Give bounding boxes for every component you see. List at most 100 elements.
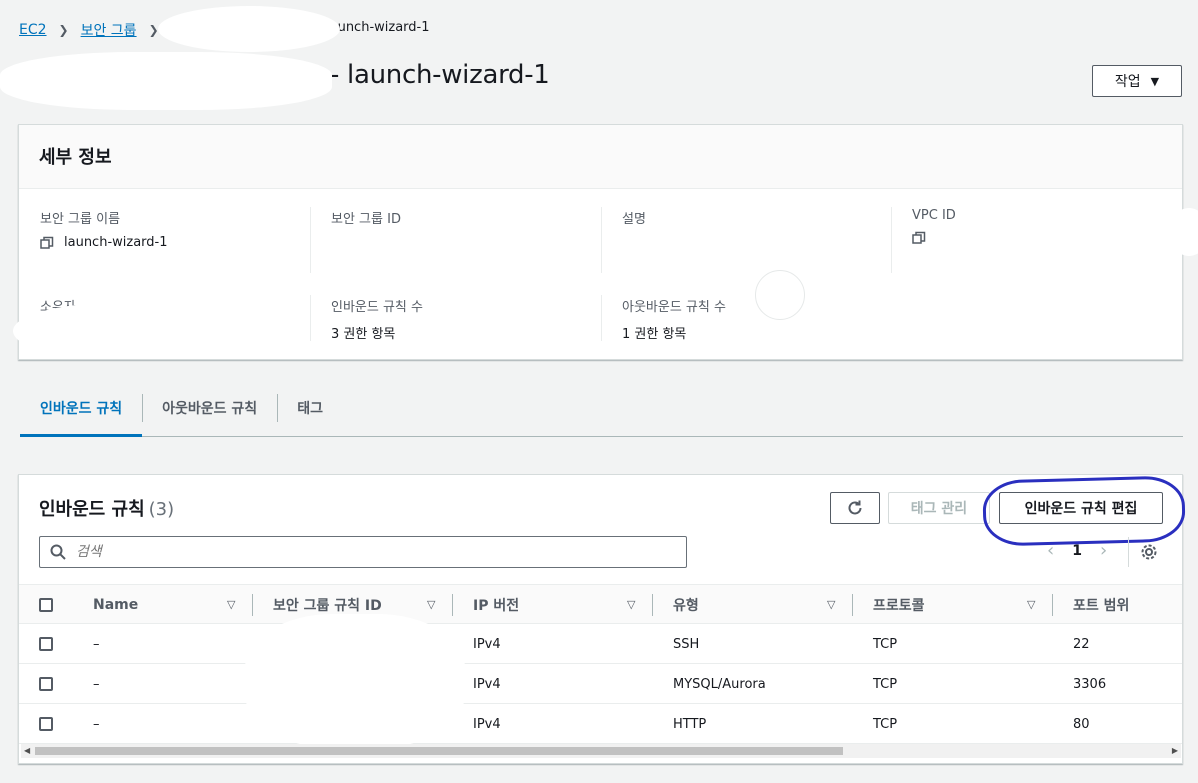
scrollbar-thumb[interactable] [35,747,843,755]
select-all-checkbox[interactable] [39,585,53,625]
col-port-range[interactable]: 포트 범위 [1073,585,1129,625]
tab-tags[interactable]: 태그 [277,388,343,436]
breadcrumb: EC2 ❯ 보안 그룹 ❯ [19,20,171,40]
inbound-rules-title: 인바운드 규칙 (3) [39,495,174,521]
sort-icon[interactable]: ▽ [427,598,435,611]
cell-name: – [93,716,100,732]
vpc-id-label: VPC ID [912,208,956,223]
cell-protocol: TCP [873,716,898,732]
breadcrumb-separator-icon: ❯ [58,23,69,37]
redaction-mark [1169,208,1198,256]
divider [601,207,602,273]
cell-type: HTTP [673,716,707,732]
details-panel: 세부 정보 보안 그룹 이름 launch-wizard-1 보안 그룹 ID … [13,124,1198,360]
table-row[interactable]: – IPv4 MYSQL/Aurora TCP 3306 [19,664,1182,704]
divider [1128,537,1129,567]
tab-bar: 인바운드 규칙 아웃바운드 규칙 태그 [20,388,1183,437]
refresh-button[interactable] [830,492,880,524]
description-label: 설명 [622,212,646,227]
inbound-rules-count: (3) [148,499,175,520]
search-input[interactable] [74,543,686,561]
col-type[interactable]: 유형 [673,585,699,625]
cell-protocol: TCP [873,676,898,692]
pagination: ‹ 1 › [1047,540,1107,561]
sort-icon[interactable]: ▽ [227,598,235,611]
sg-name-value: launch-wizard-1 [64,235,168,250]
redaction-mark [0,52,332,110]
col-name[interactable]: Name [93,585,138,625]
divider [310,207,311,273]
page-number[interactable]: 1 [1072,543,1082,559]
breadcrumb-ec2[interactable]: EC2 [19,22,47,38]
inbound-count-field: 인바운드 규칙 수 3 권한 항목 [331,296,423,342]
redaction-mark [13,303,213,359]
sort-icon[interactable]: ▽ [827,598,835,611]
cell-port: 3306 [1073,676,1107,692]
inbound-count-label: 인바운드 규칙 수 [331,300,423,315]
table-row[interactable]: – IPv4 SSH TCP 22 [19,624,1182,664]
breadcrumb-current: launch-wizard-1 [326,20,430,35]
sg-name-field: 보안 그룹 이름 launch-wizard-1 [40,208,168,250]
col-ip-version[interactable]: IP 버전 [473,585,519,625]
inbound-rules-panel: 인바운드 규칙(3) 태그 관리 인바운드 규칙 편집 ‹ 1 › Name ▽… [18,474,1186,764]
column-divider [452,594,453,616]
redaction-mark [245,614,465,748]
search-icon [50,544,66,560]
redaction-mark [755,270,805,320]
cell-name: – [93,636,100,652]
inbound-count-value: 3 권한 항목 [331,327,396,342]
cell-port: 80 [1073,716,1090,732]
search-field[interactable] [39,536,687,568]
row-checkbox[interactable] [39,664,53,704]
divider [891,207,892,273]
tab-outbound-rules[interactable]: 아웃바운드 규칙 [142,388,277,436]
tab-inbound-rules[interactable]: 인바운드 규칙 [20,388,143,437]
inbound-rules-title-text: 인바운드 규칙 [39,499,145,520]
cell-ip-version: IPv4 [473,716,501,732]
description-field: 설명 [622,208,646,227]
inbound-rules-table: Name ▽ 보안 그룹 규칙 ID ▽ IP 버전 ▽ 유형 ▽ 프로토콜 ▽… [19,584,1182,748]
divider [310,295,311,341]
caret-down-icon: ▼ [1150,74,1160,88]
cell-protocol: TCP [873,636,898,652]
cell-port: 22 [1073,636,1090,652]
scroll-right-icon[interactable]: ▶ [1172,746,1178,755]
manage-tags-button[interactable]: 태그 관리 [888,492,990,524]
sg-id-label: 보안 그룹 ID [331,212,401,227]
copy-icon[interactable] [40,236,54,250]
cell-type: MYSQL/Aurora [673,676,766,692]
chevron-right-icon[interactable]: › [1100,540,1107,561]
cell-ip-version: IPv4 [473,636,501,652]
sort-icon[interactable]: ▽ [627,598,635,611]
page-title: - launch-wizard-1 [330,60,550,90]
outbound-count-value: 1 권한 항목 [622,327,687,342]
column-divider [652,594,653,616]
outbound-count-field: 아웃바운드 규칙 수 1 권한 항목 [622,296,726,342]
chevron-left-icon[interactable]: ‹ [1047,540,1054,561]
refresh-icon [848,500,862,515]
row-checkbox[interactable] [39,704,53,744]
copy-icon[interactable] [912,231,926,245]
sort-icon[interactable]: ▽ [1027,598,1035,611]
gear-icon[interactable] [1140,543,1158,561]
row-checkbox[interactable] [39,624,53,664]
scroll-left-icon[interactable]: ◀ [24,746,30,755]
table-row[interactable]: – IPv4 HTTP TCP 80 [19,704,1182,744]
outbound-count-label: 아웃바운드 규칙 수 [622,300,726,315]
cell-name: – [93,676,100,692]
details-header: 세부 정보 [19,125,1182,189]
col-protocol[interactable]: 프로토콜 [873,585,925,625]
cell-ip-version: IPv4 [473,676,501,692]
divider [601,295,602,341]
column-divider [852,594,853,616]
horizontal-scrollbar[interactable]: ◀ ▶ [21,744,1181,758]
column-divider [252,594,253,616]
annotation-circle [982,475,1186,547]
vpc-id-field: VPC ID [912,208,956,245]
breadcrumb-security-groups[interactable]: 보안 그룹 [81,20,137,40]
redaction-mark [158,6,340,52]
actions-button[interactable]: 작업 ▼ [1092,65,1182,97]
sg-name-label: 보안 그룹 이름 [40,212,121,227]
cell-type: SSH [673,636,700,652]
sg-id-field: 보안 그룹 ID [331,208,401,227]
